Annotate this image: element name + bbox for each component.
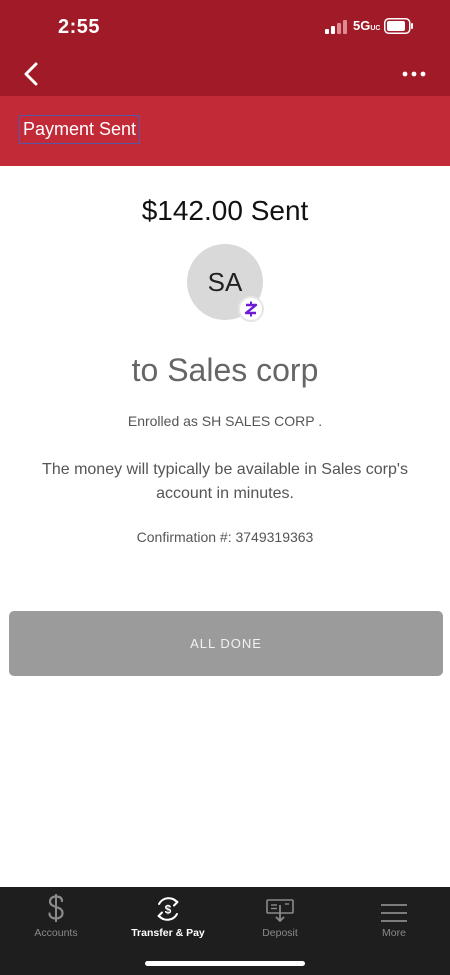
tab-transfer-pay-label: Transfer & Pay bbox=[131, 927, 205, 939]
menu-icon bbox=[381, 904, 407, 922]
recipient-name: to Sales corp bbox=[131, 352, 319, 388]
chevron-left-icon bbox=[24, 62, 38, 86]
avatar-initials: SA bbox=[207, 266, 243, 297]
tab-accounts-label: Accounts bbox=[34, 927, 78, 939]
enrolled-as-text: Enrolled as SH SALES CORP . bbox=[127, 413, 323, 429]
tab-more-label: More bbox=[382, 927, 406, 939]
zelle-badge bbox=[238, 296, 264, 322]
bottom-tab-bar: Accounts $ Transfer & Pay Deposit More bbox=[0, 887, 450, 975]
svg-text:$: $ bbox=[165, 903, 172, 917]
tab-more[interactable]: More bbox=[338, 887, 450, 947]
amount-sent: $142.00 Sent bbox=[141, 195, 309, 226]
title-bar: Payment Sent bbox=[0, 96, 450, 166]
battery-icon bbox=[384, 18, 413, 34]
home-indicator[interactable] bbox=[145, 961, 305, 966]
more-options-button[interactable] bbox=[396, 60, 432, 88]
availability-note: The money will typically be available in… bbox=[42, 461, 408, 502]
navigation-bar bbox=[0, 52, 450, 96]
transfer-pay-icon: $ bbox=[157, 897, 179, 921]
tab-deposit[interactable]: Deposit bbox=[224, 887, 336, 947]
cellular-signal-icon bbox=[325, 20, 347, 34]
zelle-icon bbox=[244, 301, 258, 317]
page-title: Payment Sent bbox=[19, 115, 141, 144]
status-bar: 2:55 5GUC bbox=[0, 0, 450, 52]
status-time: 2:55 bbox=[58, 16, 101, 38]
confirmation-number: Confirmation #: 3749319363 bbox=[136, 529, 314, 545]
back-button[interactable] bbox=[14, 58, 48, 90]
deposit-icon bbox=[266, 899, 294, 922]
ellipsis-icon bbox=[402, 71, 426, 77]
tab-accounts[interactable]: Accounts bbox=[0, 887, 112, 947]
tab-deposit-label: Deposit bbox=[262, 927, 298, 939]
all-done-button[interactable]: ALL DONE bbox=[9, 611, 443, 676]
tab-transfer-pay[interactable]: $ Transfer & Pay bbox=[112, 887, 224, 947]
network-type: 5GUC bbox=[353, 18, 381, 33]
dollar-icon bbox=[48, 894, 64, 922]
